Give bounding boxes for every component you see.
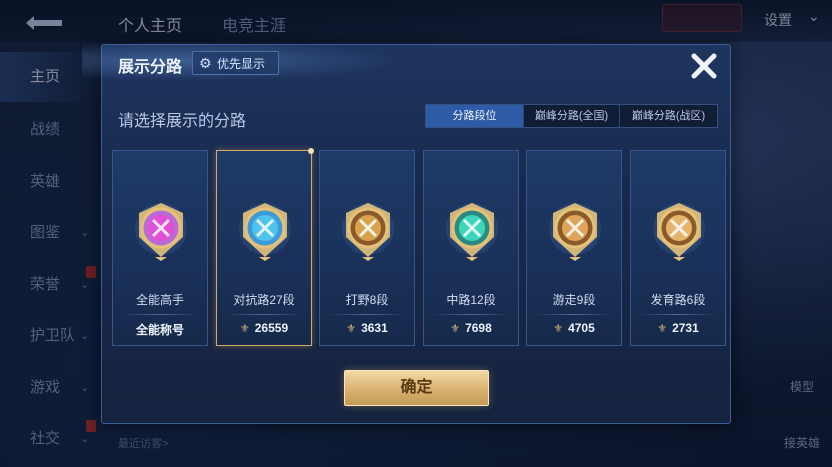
power-icon: ⚜ — [239, 322, 250, 335]
tab-lane-rank[interactable]: 分路段位 — [426, 105, 523, 127]
lane-card-list: 全能高手 全能称号 对抗路27段 ⚜ 26559 打野8段 ⚜ 3631 中路12段 ⚜ 7698 游… — [112, 148, 726, 346]
jungle-emblem-icon — [338, 199, 398, 263]
lane-stat: 全能称号 — [113, 321, 207, 338]
close-icon — [691, 53, 717, 79]
lane-card[interactable]: 中路12段 ⚜ 7698 — [423, 150, 519, 346]
lane-source-tabs: 分路段位 巅峰分路(全国) 巅峰分路(战区) — [425, 104, 718, 128]
power-icon: ⚜ — [657, 322, 668, 335]
card-divider — [535, 314, 613, 315]
priority-display-label: 优先显示 — [217, 56, 266, 71]
card-divider — [328, 314, 406, 315]
card-divider — [432, 314, 510, 315]
power-icon: ⚜ — [553, 322, 564, 335]
lane-card[interactable]: 对抗路27段 ⚜ 26559 — [216, 148, 314, 346]
lane-display-dialog: 展示分路 ⚙ 优先显示 请选择展示的分路 分路段位 巅峰分路(全国) 巅峰分路(… — [82, 41, 731, 424]
lane-name: 打野8段 — [345, 293, 389, 307]
card-divider — [639, 314, 717, 315]
lane-stat: ⚜ 4705 — [527, 321, 621, 335]
tab-peak-national[interactable]: 巅峰分路(全国) — [523, 105, 619, 127]
card-divider — [121, 314, 199, 315]
lane-stat: ⚜ 26559 — [217, 321, 311, 335]
lane-stat: ⚜ 2731 — [631, 321, 725, 335]
lane-stat-value: 4705 — [568, 321, 595, 335]
roam-emblem-icon — [545, 199, 605, 263]
select-lane-prompt: 请选择展示的分路 — [118, 113, 247, 130]
card-divider — [225, 314, 303, 315]
lane-stat-value: 2731 — [672, 321, 699, 335]
lane-stat-value: 7698 — [465, 321, 492, 335]
lane-name: 对抗路27段 — [233, 293, 295, 307]
confirm-button[interactable]: 确定 — [344, 370, 489, 406]
power-icon: ⚜ — [346, 322, 357, 335]
lane-stat-value: 26559 — [254, 321, 289, 335]
lane-card[interactable]: 发育路6段 ⚜ 2731 — [630, 150, 726, 346]
lane-name: 全能高手 — [135, 293, 184, 307]
dialog-title: 展示分路 — [118, 59, 183, 76]
mid-lane-emblem-icon — [442, 199, 502, 263]
lane-card[interactable]: 全能高手 全能称号 — [112, 150, 208, 346]
priority-display-button[interactable]: ⚙ 优先显示 — [192, 51, 279, 75]
all-round-emblem-icon — [131, 199, 191, 263]
lane-name: 发育路6段 — [650, 293, 706, 307]
tab-peak-region[interactable]: 巅峰分路(战区) — [619, 105, 717, 127]
lane-card[interactable]: 打野8段 ⚜ 3631 — [319, 150, 415, 346]
clash-lane-emblem-icon — [235, 199, 295, 263]
power-icon: ⚜ — [450, 322, 461, 335]
lane-name: 中路12段 — [446, 293, 496, 307]
lane-stat: ⚜ 7698 — [424, 321, 518, 335]
close-button[interactable] — [687, 49, 721, 83]
farm-lane-emblem-icon — [649, 199, 709, 263]
selected-marker — [308, 148, 314, 154]
gear-icon: ⚙ — [199, 55, 212, 71]
lane-card[interactable]: 游走9段 ⚜ 4705 — [526, 150, 622, 346]
lane-stat-value: 全能称号 — [135, 323, 184, 337]
lane-name: 游走9段 — [552, 293, 596, 307]
lane-stat: ⚜ 3631 — [320, 321, 414, 335]
lane-stat-value: 3631 — [361, 321, 388, 335]
